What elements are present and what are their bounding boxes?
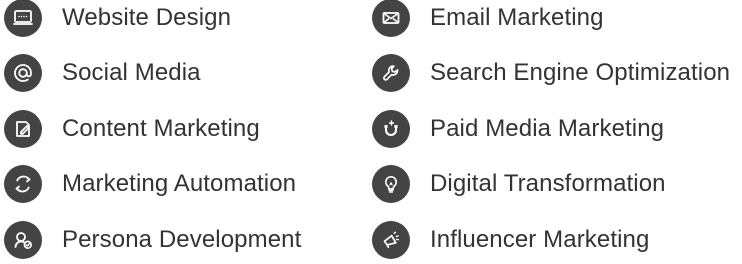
service-label: Social Media bbox=[62, 59, 201, 86]
services-list: Website Design Social Media Content Mark… bbox=[4, 0, 740, 264]
megaphone-icon bbox=[372, 221, 410, 259]
service-label: Paid Media Marketing bbox=[430, 115, 665, 142]
persona-check-icon bbox=[4, 221, 42, 259]
service-label: Website Design bbox=[62, 4, 232, 31]
service-label: Content Marketing bbox=[62, 115, 260, 142]
service-label: Email Marketing bbox=[430, 4, 604, 31]
magnet-icon bbox=[372, 110, 410, 148]
refresh-arrows-icon bbox=[4, 165, 42, 203]
wrench-icon bbox=[372, 54, 410, 92]
service-label: Digital Transformation bbox=[430, 170, 666, 197]
lightbulb-icon bbox=[372, 165, 410, 203]
service-marketing-automation[interactable]: Marketing Automation bbox=[4, 160, 296, 208]
service-influencer-marketing[interactable]: Influencer Marketing bbox=[372, 216, 649, 264]
service-label: Influencer Marketing bbox=[430, 226, 650, 253]
service-label: Search Engine Optimization bbox=[430, 59, 731, 86]
service-paid-media-marketing[interactable]: Paid Media Marketing bbox=[372, 105, 664, 153]
service-persona-development[interactable]: Persona Development bbox=[4, 216, 301, 264]
pencil-document-icon bbox=[4, 110, 42, 148]
service-email-marketing[interactable]: Email Marketing bbox=[372, 0, 604, 42]
service-digital-transformation[interactable]: Digital Transformation bbox=[372, 160, 666, 208]
at-sign-icon bbox=[4, 54, 42, 92]
service-search-engine-optimization[interactable]: Search Engine Optimization bbox=[372, 49, 730, 97]
service-content-marketing[interactable]: Content Marketing bbox=[4, 105, 260, 153]
service-social-media[interactable]: Social Media bbox=[4, 49, 201, 97]
service-label: Marketing Automation bbox=[62, 170, 297, 197]
service-website-design[interactable]: Website Design bbox=[4, 0, 231, 42]
service-label: Persona Development bbox=[62, 226, 302, 253]
website-icon bbox=[4, 0, 42, 37]
envelope-icon bbox=[372, 0, 410, 37]
